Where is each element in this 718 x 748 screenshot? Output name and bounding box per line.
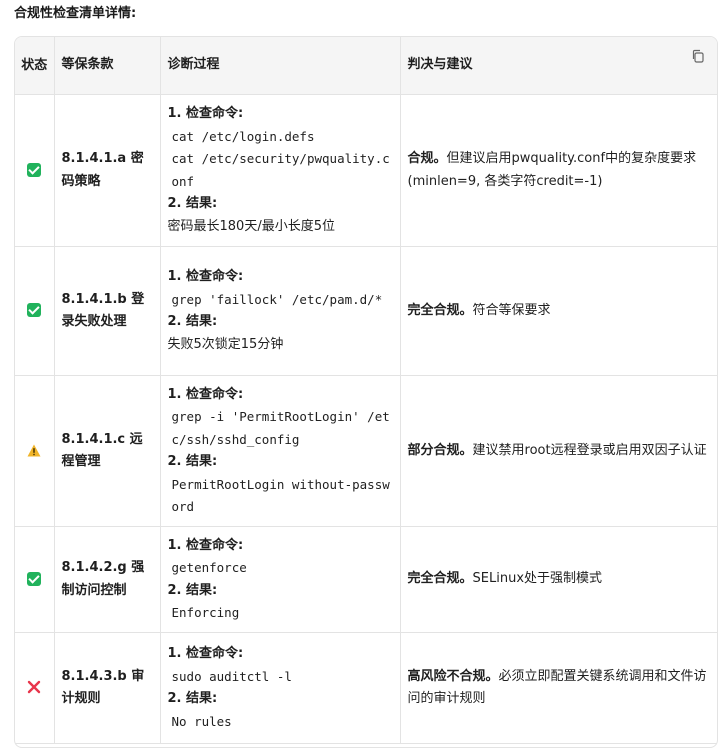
clause-cell: 8.1.4.3.b 审计规则 <box>54 632 161 744</box>
table-row: 8.1.4.3.b 审计规则 1. 检查命令: sudo auditctl -l 2.… <box>15 632 717 744</box>
check-square-icon <box>27 571 42 586</box>
status-cell <box>15 94 55 247</box>
result-text: 密码最长180天/最小长度5位 <box>167 218 335 234</box>
verdict-text: 但建议启用pwquality.conf中的复杂度要求(minlen=9, 各类字… <box>407 151 697 189</box>
column-header-status: 状态 <box>15 37 55 95</box>
result-label: 2. 结果: <box>167 582 218 598</box>
check-square-icon <box>27 303 42 318</box>
command-label: 1. 检查命令: <box>167 106 244 121</box>
verdict-text: 建议禁用root远程登录或启用双因子认证 <box>472 442 707 458</box>
warning-icon <box>27 444 41 457</box>
compliance-table: 状态 等保条款 诊断过程 判决与建议 8.1.4.1.a 密码策略 1. 检查命令… <box>15 37 717 744</box>
command-text: grep 'faillock' /etc/pam.d/* <box>171 291 383 307</box>
command-text: grep -i 'PermitRootLogin' /etc/ssh/sshd_… <box>171 409 390 447</box>
command-label: 1. 检查命令: <box>167 537 244 553</box>
table-row: 8.1.4.1.c 远程管理 1. 检查命令: grep -i 'PermitRoo… <box>15 375 717 527</box>
verdict-label: 部分合规。 <box>407 442 473 458</box>
verdict-label: 高风险不合规。 <box>407 668 499 684</box>
column-header-verdict: 判决与建议 <box>400 37 717 95</box>
command-label: 1. 检查命令: <box>167 269 244 284</box>
diagnosis-cell: 1. 检查命令: cat /etc/login.defs cat /etc/secu… <box>160 94 401 247</box>
status-cell <box>15 632 55 744</box>
table-row: 8.1.4.2.g 强制访问控制 1. 检查命令: getenforce 2. 结果:… <box>15 526 717 633</box>
status-cell <box>15 375 55 527</box>
clause-cell: 8.1.4.1.a 密码策略 <box>54 94 161 247</box>
result-text: PermitRootLogin without-password <box>171 476 390 515</box>
verdict-label: 完全合规。 <box>407 571 473 587</box>
clause-cell: 8.1.4.1.b 登录失败处理 <box>54 246 161 376</box>
table-row: 8.1.4.1.b 登录失败处理 1. 检查命令: grep 'faillock' … <box>15 246 717 376</box>
diagnosis-cell: 1. 检查命令: sudo auditctl -l 2. 结果: No rules <box>160 632 401 744</box>
verdict-label: 合规。 <box>407 151 447 166</box>
result-text: No rules <box>171 713 232 729</box>
result-text: 失败5次锁定15分钟 <box>167 336 284 352</box>
verdict-cell: 部分合规。建议禁用root远程登录或启用双因子认证 <box>400 375 717 527</box>
diagnosis-cell: 1. 检查命令: grep 'faillock' /etc/pam.d/* 2. 结… <box>160 246 401 376</box>
table-row: 8.1.4.1.a 密码策略 1. 检查命令: cat /etc/login.def… <box>15 94 717 247</box>
command-text: sudo auditctl -l <box>171 668 292 684</box>
table-header-row: 状态 等保条款 诊断过程 判决与建议 <box>15 37 717 95</box>
column-header-clause: 等保条款 <box>54 37 161 95</box>
copy-icon[interactable] <box>691 49 705 63</box>
verdict-cell: 合规。但建议启用pwquality.conf中的复杂度要求(minlen=9, … <box>400 94 717 247</box>
result-label: 2. 结果: <box>167 691 218 706</box>
verdict-text: 符合等保要求 <box>472 302 551 318</box>
result-text: Enforcing <box>171 605 240 620</box>
command-text: cat /etc/security/pwquality.conf <box>171 151 390 189</box>
command-label: 1. 检查命令: <box>167 646 244 661</box>
command-label: 1. 检查命令: <box>167 386 244 402</box>
status-cell <box>15 526 55 633</box>
section-heading: 合规性检查清单详情: <box>14 6 137 21</box>
result-label: 2. 结果: <box>167 454 218 469</box>
command-text: getenforce <box>171 560 247 575</box>
compliance-table-container: 状态 等保条款 诊断过程 判决与建议 8.1.4.1.a 密码策略 1. 检查命令… <box>14 36 718 748</box>
check-square-icon <box>27 162 42 177</box>
result-label: 2. 结果: <box>167 196 218 211</box>
verdict-label: 完全合规。 <box>407 302 473 318</box>
verdict-cell: 高风险不合规。必须立即配置关键系统调用和文件访问的审计规则 <box>400 632 717 744</box>
verdict-cell: 完全合规。SELinux处于强制模式 <box>400 526 717 633</box>
cross-icon <box>28 681 41 694</box>
result-label: 2. 结果: <box>167 314 218 329</box>
command-text: cat /etc/login.defs <box>171 128 315 144</box>
verdict-text: SELinux处于强制模式 <box>472 571 603 587</box>
clause-cell: 8.1.4.1.c 远程管理 <box>54 375 161 527</box>
verdict-cell: 完全合规。符合等保要求 <box>400 246 717 376</box>
clause-cell: 8.1.4.2.g 强制访问控制 <box>54 526 161 633</box>
status-cell <box>15 246 55 376</box>
diagnosis-cell: 1. 检查命令: grep -i 'PermitRootLogin' /etc/s… <box>160 375 401 527</box>
column-header-diagnosis: 诊断过程 <box>160 37 401 95</box>
diagnosis-cell: 1. 检查命令: getenforce 2. 结果: Enforcing <box>160 526 401 633</box>
